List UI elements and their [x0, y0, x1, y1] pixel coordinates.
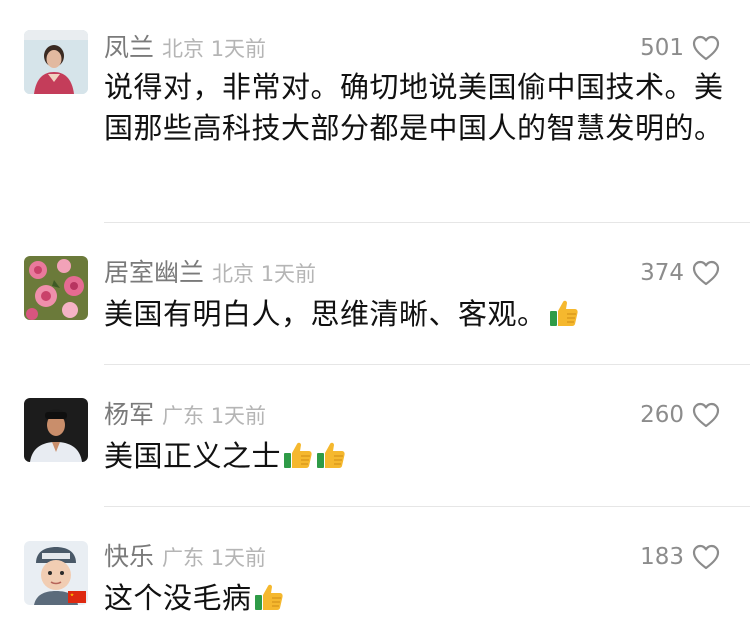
username[interactable]: 杨军 [104, 400, 154, 429]
like-count: 183 [640, 544, 684, 570]
divider [104, 364, 750, 365]
like-button[interactable]: 183 [640, 539, 720, 575]
location-time: 北京 1天前 [212, 262, 317, 286]
username[interactable]: 快乐 [104, 542, 154, 571]
elderly-woman-portrait [24, 30, 88, 94]
comment-item: 居室幽兰 北京 1天前 374 美国有明白人，思维清晰、客观。 [0, 224, 750, 366]
comment-text: 美国正义之士 [104, 439, 282, 473]
like-button[interactable]: 501 [640, 30, 720, 66]
child-with-flag-portrait [24, 541, 88, 605]
like-count: 260 [640, 402, 684, 428]
avatar[interactable] [24, 541, 88, 605]
thumbs-up-icon [317, 442, 345, 468]
comment-meta: 快乐 广东 1天前 [104, 539, 266, 575]
location-time: 北京 1天前 [162, 37, 267, 61]
like-count: 374 [640, 260, 684, 286]
thumbs-up-icon [254, 584, 283, 610]
like-button[interactable]: 260 [640, 397, 720, 433]
comment-text: 这个没毛病 [104, 581, 252, 615]
location-time: 广东 1天前 [162, 404, 267, 428]
comment-item: 杨军 广东 1天前 260 美国正义之士 [0, 366, 750, 508]
comment-text-row: 这个没毛病 [104, 578, 724, 619]
like-count: 501 [640, 35, 684, 61]
heart-icon[interactable] [692, 260, 720, 286]
comment-text-row: 美国正义之士 [104, 436, 724, 477]
username[interactable]: 居室幽兰 [104, 258, 204, 287]
man-portrait [24, 398, 88, 462]
divider [104, 222, 750, 223]
heart-icon[interactable] [692, 544, 720, 570]
pink-flowers-painting [24, 256, 88, 320]
avatar[interactable] [24, 30, 88, 94]
avatar[interactable] [24, 256, 88, 320]
comment-text: 美国有明白人，思维清晰、客观。 [104, 297, 547, 331]
thumbs-up-icon [284, 442, 312, 468]
thumbs-up-icon [549, 300, 578, 326]
heart-icon[interactable] [692, 402, 720, 428]
comment-meta: 凤兰 北京 1天前 [104, 30, 266, 66]
username[interactable]: 凤兰 [104, 33, 154, 62]
comment-text-row: 美国有明白人，思维清晰、客观。 [104, 294, 724, 335]
comment-meta: 杨军 广东 1天前 [104, 397, 266, 433]
comment-item: 凤兰 北京 1天前 501 说得对，非常对。确切地说美国偷中国技术。美国那些高科技… [0, 0, 750, 224]
like-button[interactable]: 374 [640, 255, 720, 291]
heart-icon[interactable] [692, 35, 720, 61]
location-time: 广东 1天前 [162, 546, 267, 570]
comment-item: 快乐 广东 1天前 183 这个没毛病 [0, 508, 750, 638]
divider [104, 506, 750, 507]
avatar[interactable] [24, 398, 88, 462]
comment-meta: 居室幽兰 北京 1天前 [104, 255, 316, 291]
comment-text: 说得对，非常对。确切地说美国偷中国技术。美国那些高科技大部分都是中国人的智慧发明… [104, 70, 724, 145]
